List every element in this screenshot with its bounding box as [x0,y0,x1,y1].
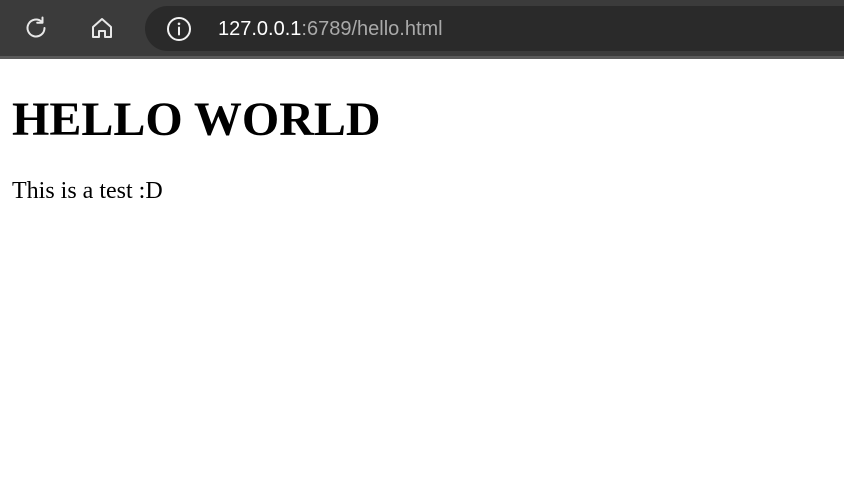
home-icon [92,18,112,38]
info-circle-icon [167,17,191,41]
site-info-button[interactable] [165,15,193,43]
page-content: HELLO WORLD This is a test :D [0,59,844,480]
url-path: :6789/hello.html [301,18,443,40]
page-heading: HELLO WORLD [12,93,381,146]
address-bar[interactable]: 127.0.0.1:6789/hello.html [145,6,844,51]
home-button[interactable] [84,10,120,46]
url-host: 127.0.0.1 [218,18,302,40]
browser-toolbar: 127.0.0.1:6789/hello.html [0,0,844,56]
refresh-button[interactable] [18,10,54,46]
url-text[interactable]: 127.0.0.1:6789/hello.html [218,18,443,40]
refresh-icon [26,16,46,38]
page-paragraph: This is a test :D [12,178,163,204]
